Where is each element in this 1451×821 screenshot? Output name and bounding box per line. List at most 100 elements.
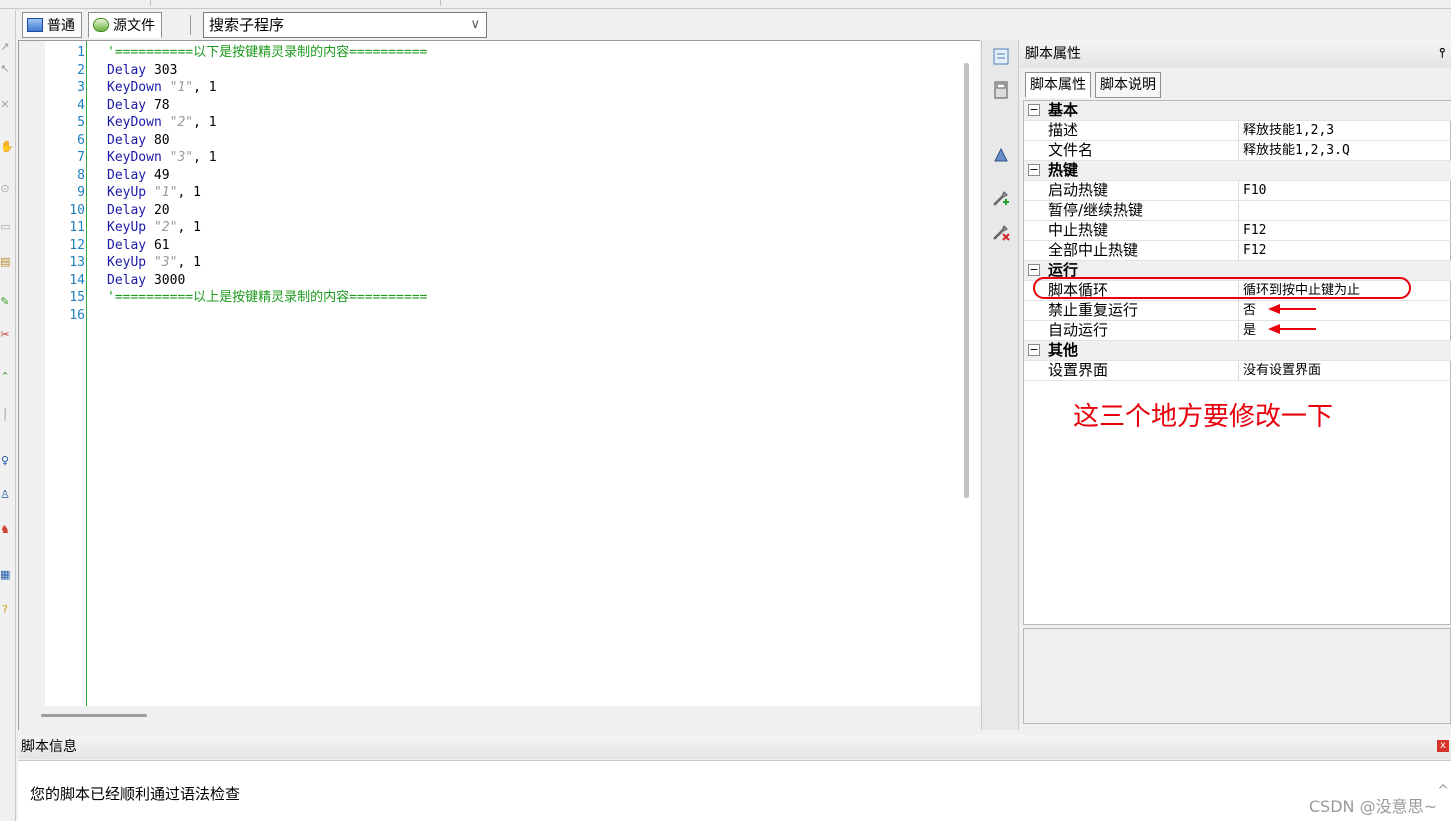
code-text: Delay 49: [107, 167, 170, 185]
code-token: "2": [161, 115, 194, 130]
chevron-down-icon[interactable]: ∨: [470, 13, 480, 37]
code-token: "2": [146, 220, 178, 235]
tool-scissors-icon[interactable]: ✂: [0, 328, 10, 342]
tab-source-file[interactable]: 源文件: [88, 12, 162, 38]
code-text: KeyUp "3", 1: [107, 254, 201, 272]
tab-script-description[interactable]: 脚本说明: [1095, 72, 1161, 98]
collapse-icon[interactable]: −: [1028, 344, 1040, 356]
property-value[interactable]: 是: [1243, 321, 1256, 340]
annotation-arrow: [1268, 324, 1316, 334]
line-number: 5: [77, 115, 85, 130]
line-number: 9: [77, 185, 85, 200]
add-tool-icon[interactable]: [991, 188, 1011, 208]
tool-arrow-icon[interactable]: ↗: [0, 40, 10, 54]
property-row[interactable]: 启动热键 F10: [1024, 181, 1451, 201]
code-text: Delay 61: [107, 237, 170, 255]
top-strip-divider: [440, 0, 441, 6]
collapse-icon[interactable]: −: [1028, 164, 1040, 176]
property-divider: [1238, 361, 1239, 380]
tool-clipboard-icon[interactable]: ▤: [0, 255, 10, 269]
pin-tool-icon[interactable]: [991, 145, 1011, 165]
property-divider: [1238, 181, 1239, 200]
property-category[interactable]: − 其他: [1024, 341, 1451, 361]
property-value[interactable]: 循环到按中止键为止: [1243, 281, 1360, 300]
annotation-text: 这三个地方要修改一下: [1073, 402, 1334, 432]
tool-find-icon[interactable]: ♙: [0, 488, 10, 502]
tool-cursor-icon[interactable]: ↖: [0, 62, 10, 76]
property-name: 暂停/继续热键: [1048, 201, 1144, 219]
code-text: KeyUp "2", 1: [107, 219, 201, 237]
property-name: 中止热键: [1048, 221, 1109, 239]
tool-help-icon[interactable]: ?: [0, 603, 10, 617]
property-row[interactable]: 设置界面 没有设置界面: [1024, 361, 1451, 381]
line-number: 6: [77, 132, 85, 148]
property-value[interactable]: F12: [1243, 221, 1266, 240]
tool-close-icon[interactable]: ✕: [0, 98, 10, 112]
property-name: 启动热键: [1048, 181, 1109, 199]
scroll-up-icon[interactable]: ^: [1437, 783, 1449, 799]
tab-normal[interactable]: 普通: [22, 12, 82, 38]
code-token: , 1: [193, 115, 217, 130]
property-name: 禁止重复运行: [1048, 301, 1139, 319]
tool-mouse-icon[interactable]: ⊙: [0, 182, 10, 196]
top-strip-divider: [150, 0, 151, 6]
tool-pencil-icon[interactable]: ✎: [0, 295, 10, 309]
property-divider: [1238, 281, 1239, 300]
horizontal-scrollbar[interactable]: [41, 714, 147, 717]
code-text: KeyDown "1", 1: [107, 79, 217, 97]
code-text: KeyUp "1", 1: [107, 184, 201, 202]
code-editor[interactable]: 1 '==========以下是按键精灵录制的内容========== 2 Delay…: [18, 40, 981, 731]
note-icon[interactable]: [991, 46, 1011, 66]
collapse-icon[interactable]: −: [1028, 264, 1040, 276]
property-row[interactable]: 中止热键 F12: [1024, 221, 1451, 241]
code-token: , 1: [177, 220, 201, 235]
property-category[interactable]: − 运行: [1024, 261, 1451, 281]
script-info-title: 脚本信息: [21, 739, 77, 755]
tool-keyboard-icon[interactable]: ▭: [0, 220, 10, 234]
property-divider: [1238, 241, 1239, 260]
code-text: Delay 78: [107, 97, 170, 115]
tool-hand-icon[interactable]: ✋: [0, 140, 14, 154]
property-value[interactable]: 释放技能1,2,3: [1243, 121, 1334, 140]
tab-script-properties[interactable]: 脚本属性: [1025, 72, 1091, 98]
property-row[interactable]: 描述 释放技能1,2,3: [1024, 121, 1451, 141]
property-value[interactable]: F12: [1243, 241, 1266, 260]
property-divider: [1238, 321, 1239, 340]
left-toolbar: ↗ ↖ ✕ ✋ ⊙ ▭ ▤ ✎ ✂ ⌃ │ ♀ ♙ ♞ ▦ ?: [0, 10, 16, 821]
property-row[interactable]: 文件名 释放技能1,2,3.Q: [1024, 141, 1451, 161]
collapse-icon[interactable]: −: [1028, 104, 1040, 116]
property-divider: [1238, 301, 1239, 320]
property-category[interactable]: − 热键: [1024, 161, 1451, 181]
property-name: 描述: [1048, 121, 1079, 139]
subroutine-search-select[interactable]: 搜索子程序 ∨: [203, 12, 487, 38]
pin-icon[interactable]: ⫯: [1439, 40, 1445, 68]
tool-line-icon[interactable]: │: [0, 408, 10, 422]
code-token: '==========以下是按键精灵录制的内容==========: [107, 45, 428, 60]
code-token: 20: [146, 202, 170, 218]
calculator-icon[interactable]: [991, 80, 1011, 100]
property-name: 文件名: [1048, 141, 1094, 159]
property-row[interactable]: 暂停/继续热键: [1024, 201, 1451, 221]
tool-user-icon[interactable]: ♀: [0, 454, 10, 468]
vertical-scrollbar[interactable]: [964, 63, 969, 498]
property-row[interactable]: 自动运行 是: [1024, 321, 1451, 341]
close-icon[interactable]: x: [1437, 740, 1449, 752]
tool-check-icon[interactable]: ⌃: [0, 370, 10, 384]
property-category[interactable]: − 基本: [1024, 101, 1451, 121]
property-divider: [1238, 121, 1239, 140]
property-value[interactable]: 没有设置界面: [1243, 361, 1321, 380]
property-value[interactable]: F10: [1243, 181, 1266, 200]
code-token: KeyUp: [107, 255, 147, 270]
remove-tool-icon[interactable]: [991, 222, 1011, 242]
property-row[interactable]: 禁止重复运行 否: [1024, 301, 1451, 321]
property-value[interactable]: 否: [1243, 301, 1256, 320]
top-strip: [0, 0, 1451, 9]
code-token: Delay: [107, 62, 147, 78]
code-token: 78: [146, 97, 170, 113]
property-row[interactable]: 脚本循环 循环到按中止键为止: [1024, 281, 1451, 301]
script-info-body: 您的脚本已经顺利通过语法检查 CSDN @没意思~ ^: [18, 760, 1451, 821]
property-value[interactable]: 释放技能1,2,3.Q: [1243, 141, 1350, 160]
tool-run-icon[interactable]: ♞: [0, 523, 10, 537]
property-row[interactable]: 全部中止热键 F12: [1024, 241, 1451, 261]
tool-doc-icon[interactable]: ▦: [0, 568, 10, 582]
